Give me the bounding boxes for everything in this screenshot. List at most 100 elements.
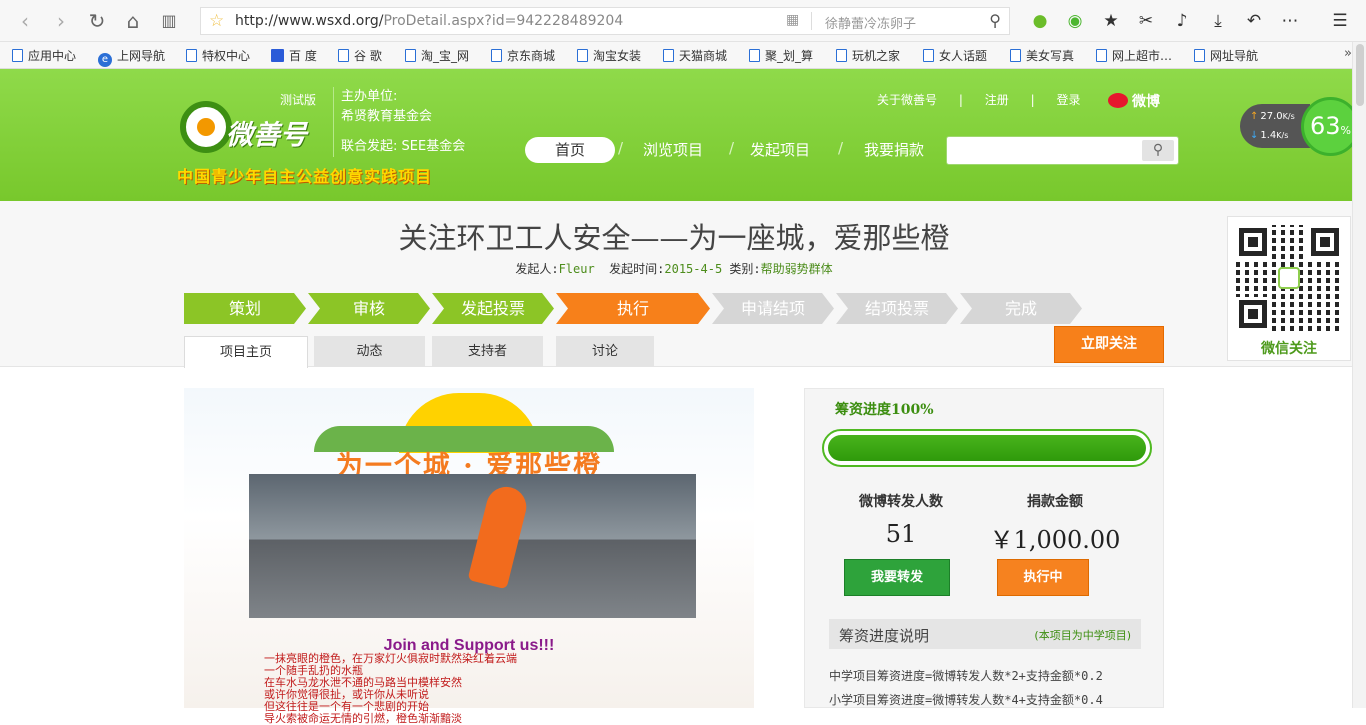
baidu-icon (271, 49, 284, 62)
nav-donate[interactable]: 我要捐款 (864, 137, 924, 163)
register-link[interactable]: 注册 (985, 93, 1009, 107)
nav-separator: / (729, 139, 735, 157)
home-icon[interactable]: ⌂ (120, 8, 146, 34)
wechat-follow-label: 微信关注 (1261, 341, 1317, 357)
logo-text: 微善号 (226, 120, 307, 151)
android-icon[interactable]: ● (1028, 9, 1052, 33)
scrollbar-thumb[interactable] (1356, 44, 1364, 106)
ie-icon: e (98, 53, 112, 67)
search-suggestion[interactable]: 徐静蕾冷冻卵子 (825, 13, 916, 32)
bookmark-item[interactable]: 玩机之家 (836, 47, 900, 64)
organizer-name: 希贤教育基金会 (341, 109, 433, 124)
page-icon (405, 49, 416, 62)
step-vote: 发起投票 (432, 293, 554, 324)
bookmark-item[interactable]: e 上网导航 (98, 47, 165, 67)
page-icon (338, 49, 349, 62)
weibo-count-label: 微博转发人数 (859, 494, 943, 510)
funding-explain-note: (本项目为中学项目) (1034, 629, 1131, 642)
wechat-qr-box: 微信关注 (1227, 216, 1351, 361)
bookmark-item[interactable]: 京东商城 (491, 47, 555, 64)
initiator-name[interactable]: Fleur (559, 262, 595, 276)
scissors-icon[interactable]: ✂ (1134, 9, 1158, 33)
page-icon (1194, 49, 1205, 62)
login-link[interactable]: 登录 (1056, 93, 1080, 107)
reload-icon[interactable]: ↻ (84, 8, 110, 34)
beta-label: 测试版 (280, 93, 317, 107)
download-speed: 1.4K/s (1250, 130, 1288, 141)
bookmark-item[interactable]: 聚_划_算 (749, 47, 813, 64)
nav-start-project[interactable]: 发起项目 (750, 137, 810, 163)
bookmark-item[interactable]: 淘_宝_网 (405, 47, 469, 64)
qr-finder (1236, 297, 1270, 331)
bookmark-item[interactable]: 谷 歌 (338, 47, 382, 64)
project-poster: 为一个城 · 爱那些橙 Join and Support us!!! 一抹亮眼的… (184, 388, 754, 725)
project-meta: 发起人:Fleur 发起时间:2015-4-5 类别:帮助弱势群体 (515, 262, 833, 276)
favorites-star-icon[interactable]: ★ (1099, 9, 1123, 33)
bookmark-item[interactable]: 天猫商城 (663, 47, 727, 64)
bookmark-item[interactable]: 女人话题 (923, 47, 987, 64)
organizer-divider (333, 87, 334, 157)
about-link[interactable]: 关于微善号 (877, 93, 937, 107)
more-icon[interactable]: ⋯ (1278, 9, 1302, 33)
project-title: 关注环卫工人安全——为一座城，爱那些橙 (398, 221, 950, 255)
step-complete: 完成 (960, 293, 1082, 324)
funding-explain-header: 筹资进度说明 (本项目为中学项目) (829, 619, 1141, 649)
tab-project-home[interactable]: 项目主页 (184, 336, 308, 368)
organizer-label: 主办单位: (341, 89, 398, 104)
poster-text: 一抹亮眼的橙色，在万家灯火俱寂时默然染红着云端 一个随手乱扔的水瓶 在车水马龙水… (264, 652, 517, 725)
bookmark-item[interactable]: 网址导航 (1194, 47, 1258, 64)
page-icon (491, 49, 502, 62)
nav-browse-projects[interactable]: 浏览项目 (643, 137, 703, 163)
repost-button[interactable]: 我要转发 (844, 559, 950, 596)
tab-supporters[interactable]: 支持者 (432, 336, 543, 367)
bookmark-item[interactable]: 特权中心 (186, 47, 250, 64)
bookmark-item[interactable]: 应用中心 (12, 47, 76, 64)
page-scrollbar[interactable] (1352, 42, 1366, 708)
wechat-icon[interactable]: ◉ (1063, 9, 1087, 33)
nav-home[interactable]: 首页 (525, 137, 615, 163)
weibo-link[interactable]: 微博 (1108, 91, 1160, 111)
forward-icon[interactable]: › (48, 8, 74, 34)
tab-discussion[interactable]: 讨论 (556, 336, 654, 367)
tab-updates[interactable]: 动态 (314, 336, 425, 367)
address-bar[interactable]: ☆ http://www.wsxd.org/ProDetail.aspx?id=… (200, 7, 1010, 35)
search-icon[interactable]: ⚲ (989, 11, 1001, 30)
bookmark-item[interactable]: 淘宝女装 (577, 47, 641, 64)
street-sweeper-photo (249, 474, 696, 618)
weibo-icon (1108, 93, 1128, 108)
back-icon[interactable]: ‹ (12, 8, 38, 34)
category[interactable]: 帮助弱势群体 (761, 262, 833, 276)
page-icon (663, 49, 674, 62)
qrcode-icon[interactable]: ▦ (786, 12, 799, 28)
link-separator: | (958, 93, 963, 107)
download-icon[interactable]: ⤓ (1206, 9, 1230, 33)
step-close-vote: 结项投票 (836, 293, 958, 324)
formula-middle-school: 中学项目筹资进度=微博转发人数*2+支持金额*0.2 (829, 669, 1103, 683)
status-button[interactable]: 执行中 (997, 559, 1089, 596)
page-icon (749, 49, 760, 62)
page-icon (577, 49, 588, 62)
top-links: 关于微善号 | 注册 | 登录 (877, 91, 1098, 108)
donation-amount-value: ￥1,000.00 (989, 526, 1121, 554)
follow-button[interactable]: 立即关注 (1054, 326, 1164, 363)
network-speed-widget[interactable]: 27.0K/s 1.4K/s (1240, 104, 1310, 148)
reader-icon[interactable]: ▥ (156, 8, 182, 34)
bookmark-item[interactable]: 百 度 (271, 47, 317, 64)
bookmarks-overflow-icon[interactable]: » (1344, 46, 1352, 61)
co-organizer: 联合发起: SEE基金会 (341, 139, 466, 154)
bookmark-item[interactable]: 网上超市… (1096, 47, 1172, 64)
site-header: 微善号 测试版 中国青少年自主公益创意实践项目 主办单位: 希贤教育基金会 联合… (0, 69, 1352, 201)
menu-icon[interactable]: ☰ (1328, 9, 1352, 33)
bookmark-star-icon[interactable]: ☆ (209, 11, 224, 31)
sound-icon[interactable]: ♪ (1170, 9, 1194, 33)
organizer-info: 主办单位: 希贤教育基金会 联合发起: SEE基金会 (333, 87, 466, 157)
upload-speed: 27.0K/s (1250, 111, 1294, 122)
project-header: 关注环卫工人安全——为一座城，爱那些橙 发起人:Fleur 发起时间:2015-… (0, 201, 1352, 368)
undo-icon[interactable]: ↶ (1242, 9, 1266, 33)
site-search-input[interactable]: ⚲ (946, 136, 1179, 165)
bookmark-item[interactable]: 美女写真 (1010, 47, 1074, 64)
qr-finder (1308, 225, 1342, 259)
url-text: http://www.wsxd.org/ProDetail.aspx?id=94… (235, 13, 624, 29)
app-icon (12, 49, 23, 62)
site-search-icon[interactable]: ⚲ (1142, 140, 1174, 161)
